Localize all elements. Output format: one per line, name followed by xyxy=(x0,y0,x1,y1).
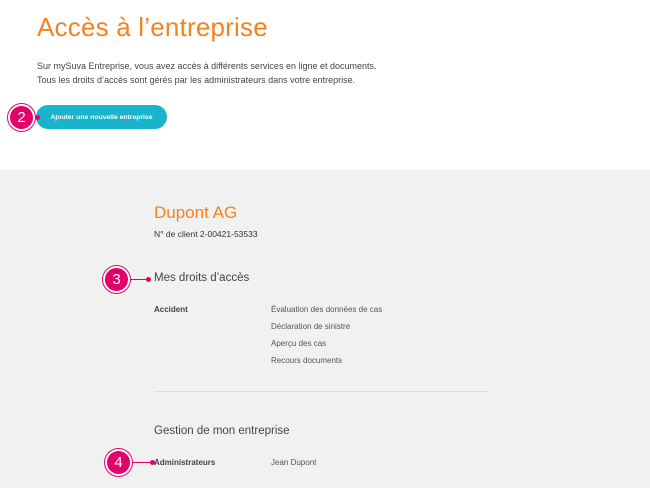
top-section: Accès à l’entreprise Sur mySuva Entrepri… xyxy=(0,0,650,170)
annotation-marker-4: 4 xyxy=(105,449,132,476)
right-item: Recours documents xyxy=(271,356,343,365)
annotation-dot-2 xyxy=(35,115,40,120)
right-item: Évaluation des données de cas xyxy=(271,305,383,314)
company-panel: Dupont AG N° de client 2-00421-53533 3 M… xyxy=(0,170,650,488)
company-name: Dupont AG xyxy=(154,203,238,222)
management-title: Gestion de mon entreprise xyxy=(154,425,290,437)
administrator-name: Jean Dupont xyxy=(271,458,317,467)
section-divider xyxy=(154,391,488,392)
add-company-button[interactable]: Ajouter une nouvelle entreprise xyxy=(36,105,167,129)
client-number: N° de client 2-00421-53533 xyxy=(154,229,258,239)
right-item: Aperçu des cas xyxy=(271,339,327,348)
intro-line-1: Sur mySuva Entreprise, vous avez accès à… xyxy=(37,61,377,71)
annotation-marker-2: 2 xyxy=(8,104,35,131)
annotation-dot-3 xyxy=(146,277,151,282)
intro-text: Sur mySuva Entreprise, vous avez accès à… xyxy=(37,59,377,87)
page-title: Accès à l’entreprise xyxy=(37,12,268,42)
rights-category-label: Accident xyxy=(154,305,188,314)
administrators-label: Administrateurs xyxy=(154,458,216,467)
intro-line-2: Tous les droits d’accès sont gérés par l… xyxy=(37,75,356,85)
annotation-marker-3: 3 xyxy=(103,266,130,293)
annotation-line-4 xyxy=(132,462,152,463)
access-rights-title: Mes droits d’accès xyxy=(154,272,250,284)
right-item: Déclaration de sinistre xyxy=(271,322,351,331)
